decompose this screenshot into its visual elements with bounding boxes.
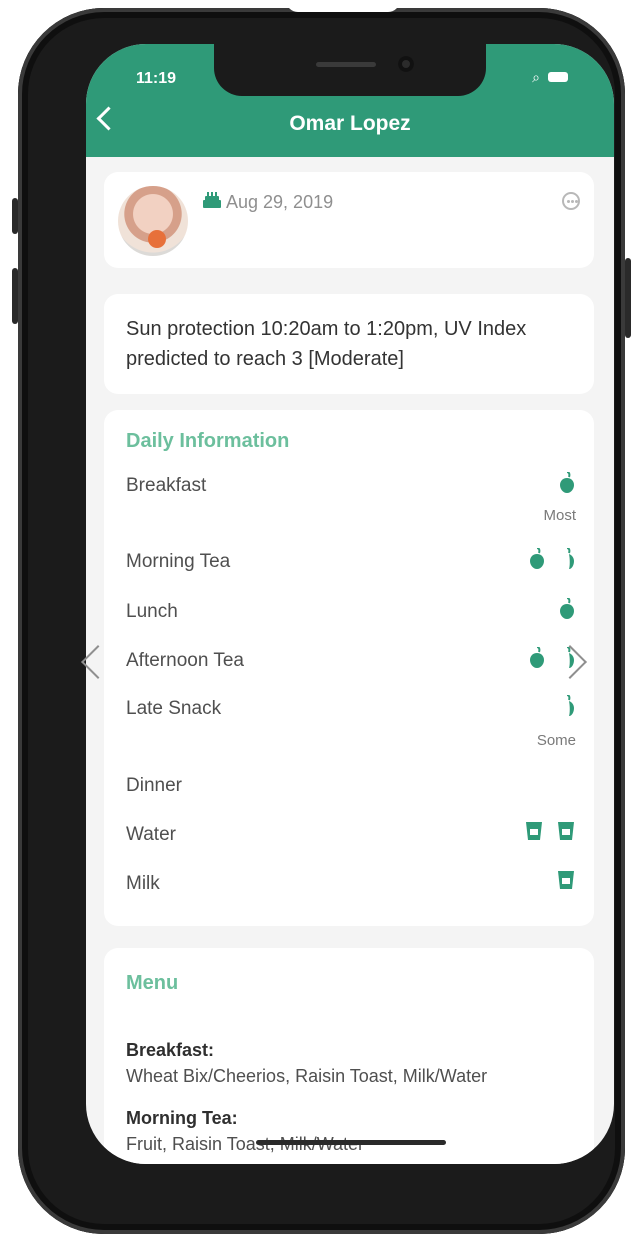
menu-title: Menu [126, 972, 179, 994]
menu-morning-tea-label: Morning Tea: [126, 1108, 238, 1128]
cup-icon [558, 871, 574, 889]
cup-icon [558, 822, 574, 840]
row-water-icons [524, 820, 576, 842]
row-morning-tea-icons [528, 548, 576, 570]
status-time: 11:19 [136, 70, 177, 87]
row-breakfast-note: Most [543, 507, 576, 524]
row-late-snack-icons [558, 695, 576, 717]
menu-card: Menu Breakfast: Wheat Bix/Cheerios, Rais… [104, 948, 594, 1164]
side-button-left [12, 198, 18, 234]
row-afternoon-tea-label: Afternoon Tea [126, 650, 244, 671]
birth-date: Aug 29, 2019 [226, 192, 334, 212]
app-header: 11:19 ⌕ Omar Lopez [86, 44, 614, 157]
row-water-label: Water [126, 824, 176, 845]
device-top-cap [286, 0, 400, 12]
row-milk-label: Milk [126, 873, 160, 894]
wifi-icon: ⌕ [532, 69, 540, 85]
row-breakfast-label: Breakfast [126, 475, 207, 496]
apple-icon [566, 548, 574, 569]
birthday-icon [203, 192, 221, 208]
phone-frame: 11:19 ⌕ Omar Lopez Aug 29, 2019 Sun prot… [12, 8, 631, 1234]
apple-icon [566, 695, 574, 716]
phone-screen: 11:19 ⌕ Omar Lopez Aug 29, 2019 Sun prot… [86, 44, 614, 1164]
menu-breakfast-label: Breakfast: [126, 1040, 215, 1060]
row-lunch-icons [558, 598, 576, 620]
page-title: Omar Lopez [289, 112, 411, 135]
daily-information-title: Daily Information [126, 430, 290, 452]
camera [398, 56, 414, 72]
notice-text: Sun protection 10:20am to 1:20pm, UV Ind… [126, 318, 527, 370]
row-late-snack-label: Late Snack [126, 698, 222, 719]
side-button-left-2 [12, 268, 18, 324]
home-indicator[interactable] [256, 1140, 446, 1145]
battery-icon [548, 72, 568, 82]
speaker [316, 62, 376, 67]
row-dinner-label: Dinner [126, 775, 182, 796]
status-icons: ⌕ [532, 70, 568, 84]
menu-breakfast-text: Wheat Bix/Cheerios, Raisin Toast, Milk/W… [126, 1066, 488, 1086]
row-breakfast-icons [558, 472, 576, 494]
row-late-snack-note: Some [536, 732, 576, 749]
toy [148, 230, 166, 248]
daily-information-card: Daily Information Breakfast Most Morning… [104, 410, 594, 926]
apple-icon [530, 548, 544, 569]
profile-card: Aug 29, 2019 [104, 172, 594, 268]
avatar[interactable] [118, 186, 188, 256]
row-morning-tea-label: Morning Tea [126, 551, 231, 572]
side-button-right [625, 258, 631, 338]
more-icon[interactable] [562, 192, 580, 210]
cup-icon [526, 822, 542, 840]
notch [214, 44, 486, 96]
row-lunch-label: Lunch [126, 601, 178, 622]
apple-icon [560, 472, 574, 493]
row-milk-icons [556, 869, 576, 891]
apple-icon [560, 598, 574, 619]
apple-icon [530, 647, 544, 668]
notice-card: Sun protection 10:20am to 1:20pm, UV Ind… [104, 294, 594, 394]
